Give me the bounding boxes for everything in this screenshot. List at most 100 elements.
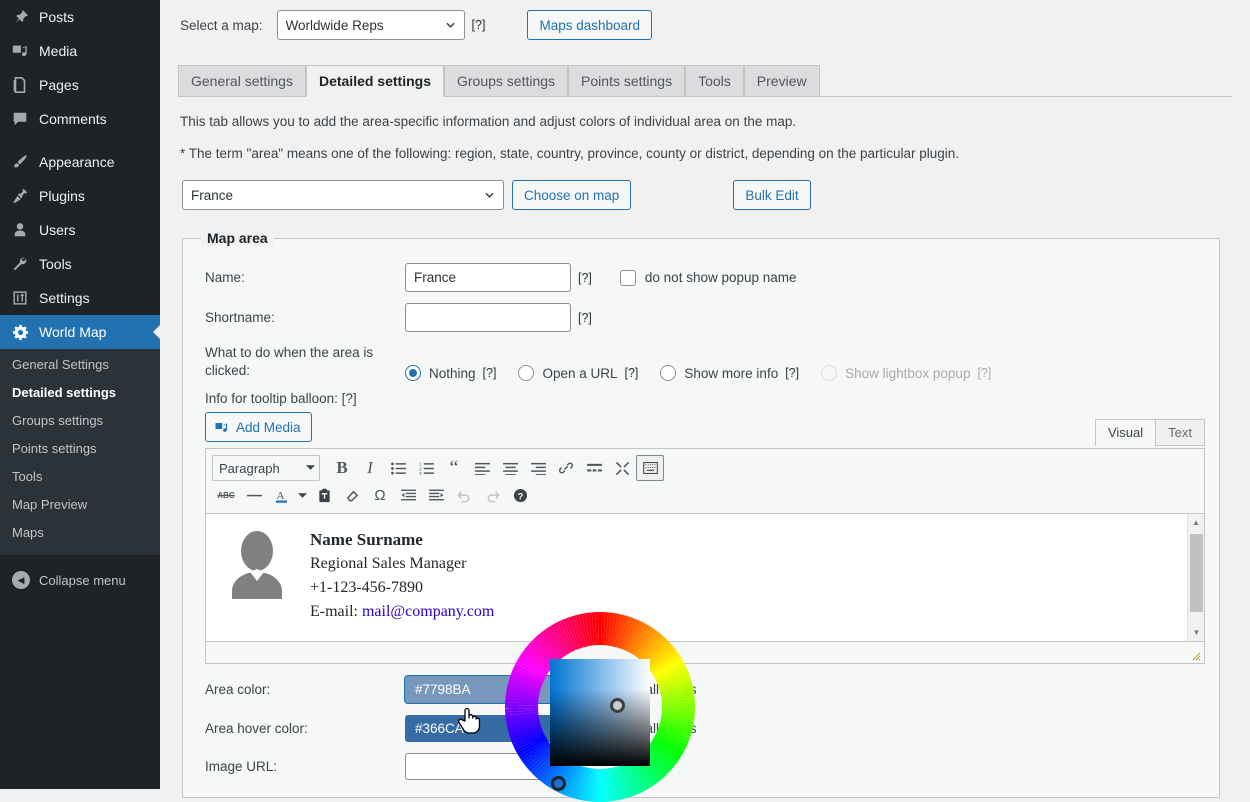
sidebar-item-pages[interactable]: Pages (0, 68, 160, 102)
area-color-input[interactable]: #7798BA (405, 676, 571, 703)
scroll-up-icon[interactable]: ▲ (1188, 514, 1204, 531)
collapse-menu-button[interactable]: ◀ Collapse menu (0, 563, 160, 597)
resize-grip-icon[interactable] (1189, 649, 1201, 661)
map-select[interactable]: Worldwide Reps (276, 10, 465, 40)
scroll-down-icon[interactable]: ▼ (1188, 624, 1204, 641)
fullscreen-icon[interactable] (608, 455, 636, 481)
submenu-item-tools[interactable]: Tools (0, 463, 160, 491)
submenu-item-detailed-settings[interactable]: Detailed settings (0, 379, 160, 407)
bold-icon[interactable]: B (328, 455, 356, 481)
sidebar-item-label: Settings (39, 290, 90, 306)
bulk-edit-button[interactable]: Bulk Edit (733, 180, 811, 210)
name-input[interactable] (405, 263, 571, 292)
tab-tools[interactable]: Tools (685, 65, 744, 96)
area-hover-color-row: Area hover color: #366CA3 Apply to all a… (205, 715, 1199, 742)
align-left-icon[interactable] (468, 455, 496, 481)
indent-icon[interactable] (422, 483, 450, 509)
sidebar-item-world-map[interactable]: World Map (0, 315, 160, 349)
italic-icon[interactable]: I (356, 455, 384, 481)
tab-groups-settings[interactable]: Groups settings (443, 65, 569, 96)
align-right-icon[interactable] (524, 455, 552, 481)
shortname-input[interactable] (405, 303, 571, 332)
submenu-item-points-settings[interactable]: Points settings (0, 435, 160, 463)
outdent-icon[interactable] (394, 483, 422, 509)
sidebar-item-plugins[interactable]: Plugins (0, 179, 160, 213)
sidebar-item-settings[interactable]: Settings (0, 281, 160, 315)
add-media-label: Add Media (236, 419, 301, 435)
sidebar-item-users[interactable]: Users (0, 213, 160, 247)
read-more-icon[interactable] (580, 455, 608, 481)
tab-visual[interactable]: Visual (1094, 419, 1157, 446)
no-popup-name-checkbox-wrapper[interactable]: do not show popup name (619, 269, 797, 286)
format-select[interactable]: Paragraph (212, 455, 320, 481)
align-center-icon[interactable] (496, 455, 524, 481)
redo-icon[interactable] (478, 483, 506, 509)
editor-toolbar-row-1: Paragraph B I 123 “ (212, 454, 1198, 482)
add-media-button[interactable]: Add Media (205, 412, 312, 442)
choose-on-map-button[interactable]: Choose on map (512, 180, 632, 210)
contact-email-link[interactable]: mail@company.com (362, 603, 494, 620)
blockquote-icon[interactable]: “ (440, 455, 468, 481)
sidebar-item-label: Posts (39, 9, 75, 25)
numbered-list-icon[interactable]: 123 (412, 455, 440, 481)
sv-selector-handle[interactable] (610, 698, 625, 713)
tab-text[interactable]: Text (1155, 419, 1205, 446)
area-select[interactable]: France (182, 180, 504, 210)
image-url-input[interactable] (405, 753, 571, 780)
radio-nothing-control[interactable] (405, 365, 421, 381)
radio-show-more-info-control[interactable] (660, 365, 677, 381)
radio-show-more-info-help[interactable]: [?] (785, 366, 799, 380)
insert-link-icon[interactable] (552, 455, 580, 481)
sidebar-item-media[interactable]: Media (0, 34, 160, 68)
maps-dashboard-button[interactable]: Maps dashboard (527, 10, 653, 40)
bullet-list-icon[interactable] (384, 455, 412, 481)
radio-nothing[interactable]: Nothing [?] (405, 365, 496, 381)
name-help[interactable]: [?] (578, 271, 592, 285)
radio-show-lightbox-popup-help: [?] (977, 366, 992, 380)
horizontal-rule-icon[interactable] (240, 483, 268, 509)
shortname-row: Shortname: [?] (205, 303, 1199, 332)
tab-general-settings[interactable]: General settings (178, 65, 306, 96)
tab-detailed-settings[interactable]: Detailed settings (305, 65, 444, 97)
sidebar-divider (0, 136, 160, 145)
radio-show-more-info-label: Show more info (684, 365, 779, 381)
submenu-item-maps[interactable]: Maps (0, 519, 160, 547)
sidebar-item-posts[interactable]: Posts (0, 0, 160, 34)
submenu-item-map-preview[interactable]: Map Preview (0, 491, 160, 519)
sidebar-item-appearance[interactable]: Appearance (0, 145, 160, 179)
shortname-help[interactable]: [?] (578, 311, 592, 325)
submenu-item-groups-settings[interactable]: Groups settings (0, 407, 160, 435)
click-action-label: What to do when the area is clicked: (205, 345, 374, 378)
radio-nothing-help[interactable]: [?] (483, 366, 497, 380)
radio-show-more-info[interactable]: Show more info [?] (660, 365, 799, 381)
name-row: Name: [?] do not show popup name (205, 263, 1199, 292)
special-character-icon[interactable]: Ω (366, 483, 394, 509)
sidebar-item-label: Tools (39, 256, 72, 272)
sidebar-item-comments[interactable]: Comments (0, 102, 160, 136)
tab-points-settings[interactable]: Points settings (568, 65, 686, 96)
radio-open-url[interactable]: Open a URL [?] (518, 365, 638, 381)
toolbar-toggle-icon[interactable] (636, 455, 664, 481)
clear-formatting-icon[interactable] (338, 483, 366, 509)
area-hover-color-input[interactable]: #366CA3 (405, 715, 571, 742)
undo-icon[interactable] (450, 483, 478, 509)
sidebar-item-tools[interactable]: Tools (0, 247, 160, 281)
tab-preview[interactable]: Preview (743, 65, 820, 96)
admin-sidebar: Posts Media Pages Comments Appearance Pl… (0, 0, 160, 789)
map-select-help[interactable]: [?] (472, 18, 486, 32)
paste-as-text-icon[interactable] (310, 483, 338, 509)
tab-note: * The term "area" means one of the follo… (180, 146, 960, 161)
chevron-down-icon[interactable] (294, 483, 310, 509)
radio-open-url-help[interactable]: [?] (625, 366, 639, 380)
editor-scrollbar[interactable]: ▲ ▼ (1187, 514, 1204, 641)
editor-content-area[interactable]: Name Surname Regional Sales Manager +1-1… (205, 514, 1205, 642)
scrollbar-thumb[interactable] (1190, 534, 1203, 612)
keyboard-shortcuts-icon[interactable]: ? (506, 483, 534, 509)
comments-icon (10, 109, 30, 129)
submenu-item-general-settings[interactable]: General Settings (0, 351, 160, 379)
radio-open-url-control[interactable] (518, 365, 535, 381)
strikethrough-icon[interactable]: ABC (212, 483, 240, 509)
saturation-value-square[interactable] (550, 659, 650, 766)
text-color-icon[interactable]: A (268, 483, 296, 509)
no-popup-name-checkbox[interactable] (619, 269, 636, 286)
